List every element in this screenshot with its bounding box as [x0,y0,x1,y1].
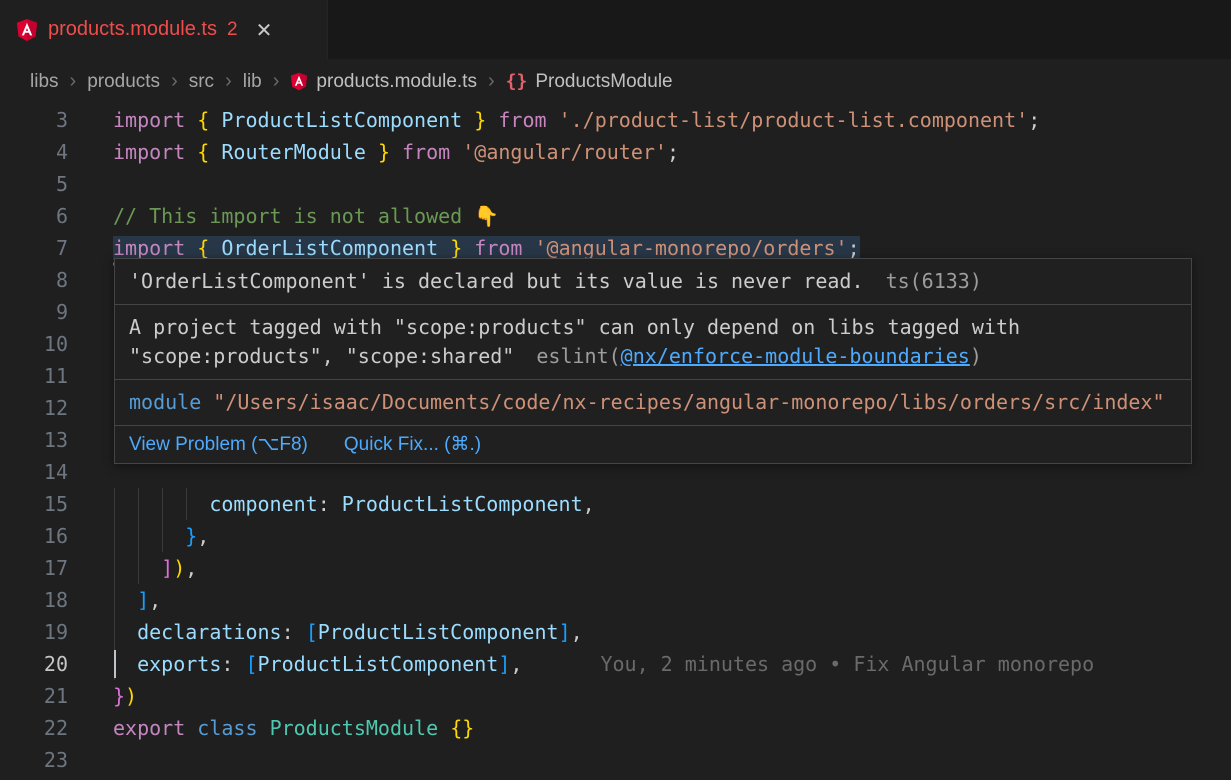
module-keyword: module [129,390,201,414]
tab-title: products.module.ts [48,18,217,41]
line-number[interactable]: 10 [0,328,68,360]
line-content: ]), [113,552,197,584]
line-number[interactable]: 18 [0,584,68,616]
line-content: import { RouterModule } from '@angular/r… [113,136,679,168]
line-content: }) [113,680,137,712]
tab-products-module-ts[interactable]: products.module.ts 2 ✕ [0,0,328,59]
line-content: ], [113,584,161,616]
chevron-right-icon: › [171,70,178,93]
line-content: import { ProductListComponent } from './… [113,104,1040,136]
quick-fix-action[interactable]: Quick Fix... (⌘.) [344,433,481,456]
breadcrumb-item-file[interactable]: products.module.ts [290,71,477,93]
line-content: declarations: [ProductListComponent], [113,616,583,648]
code-line-3[interactable]: 3 import { ProductListComponent } from '.… [0,104,1231,136]
indent-guide [138,488,139,584]
line-number[interactable]: 16 [0,520,68,552]
hover-eslint-message: A project tagged with "scope:products" c… [115,305,1191,380]
chevron-right-icon: › [273,70,280,93]
line-content: // This import is not allowed 👇 [113,200,499,232]
code-line-19[interactable]: 19 declarations: [ProductListComponent], [0,616,1231,648]
hover-module-declaration: module "/Users/isaac/Documents/code/nx-r… [115,380,1191,426]
code-line-17[interactable]: 17 ]), [0,552,1231,584]
breadcrumb-item-products[interactable]: products [87,71,160,93]
breadcrumb-symbol-label: ProductsModule [535,71,672,93]
text-cursor [114,650,116,678]
breadcrumb-item-libs[interactable]: libs [30,71,59,93]
line-number[interactable]: 11 [0,360,68,392]
ts-message-text: 'OrderListComponent' is declared but its… [129,269,864,293]
line-number[interactable]: 20 [0,648,68,680]
line-number[interactable]: 8 [0,264,68,296]
line-number[interactable]: 23 [0,744,68,776]
line-number[interactable]: 14 [0,456,68,488]
breadcrumb: libs › products › src › lib › products.m… [0,59,1231,104]
error-highlighted-statement: import { OrderListComponent } from '@ang… [113,236,860,260]
line-number[interactable]: 19 [0,616,68,648]
code-line-22[interactable]: 22 export class ProductsModule {} [0,712,1231,744]
view-problem-action[interactable]: View Problem (⌥F8) [129,433,308,456]
breadcrumb-item-symbol[interactable]: {} ProductsModule [506,71,673,93]
breadcrumb-item-src[interactable]: src [189,71,214,93]
code-line-4[interactable]: 4 import { RouterModule } from '@angular/… [0,136,1231,168]
code-line-5[interactable]: 5 [0,168,1231,200]
line-content: exports: [ProductListComponent],You, 2 m… [113,648,1094,680]
eslint-source-open: eslint( [536,344,620,368]
line-number[interactable]: 13 [0,424,68,456]
problem-hover-popup: 'OrderListComponent' is declared but its… [114,258,1192,464]
hover-actions-bar: View Problem (⌥F8) Quick Fix... (⌘.) [115,426,1191,463]
module-path: "/Users/isaac/Documents/code/nx-recipes/… [213,390,1164,414]
line-number[interactable]: 12 [0,392,68,424]
line-number[interactable]: 22 [0,712,68,744]
line-number[interactable]: 3 [0,104,68,136]
line-number[interactable]: 21 [0,680,68,712]
line-number[interactable]: 15 [0,488,68,520]
line-number[interactable]: 9 [0,296,68,328]
chevron-right-icon: › [225,70,232,93]
line-number[interactable]: 5 [0,168,68,200]
eslint-source-close: ) [970,344,982,368]
ts-error-code: ts(6133) [886,269,982,293]
indent-guide [186,488,187,520]
close-tab-icon[interactable]: ✕ [256,18,273,42]
breadcrumb-item-lib[interactable]: lib [243,71,262,93]
line-number[interactable]: 4 [0,136,68,168]
tab-problems-badge: 2 [227,19,238,41]
angular-logo-icon [16,18,38,42]
code-line-6[interactable]: 6 // This import is not allowed 👇 [0,200,1231,232]
code-line-20[interactable]: 20 exports: [ProductListComponent],You, … [0,648,1231,680]
eslint-rule-link[interactable]: @nx/enforce-module-boundaries [621,344,970,368]
line-number[interactable]: 7 [0,232,68,264]
breadcrumb-file-label: products.module.ts [316,71,477,93]
hover-ts-message: 'OrderListComponent' is declared but its… [115,259,1191,305]
vscode-window: products.module.ts 2 ✕ libs › products ›… [0,0,1231,780]
code-editor[interactable]: 3 import { ProductListComponent } from '.… [0,104,1231,780]
code-line-23[interactable]: 23 [0,744,1231,776]
editor-tab-bar: products.module.ts 2 ✕ [0,0,1231,59]
line-number[interactable]: 6 [0,200,68,232]
code-line-18[interactable]: 18 ], [0,584,1231,616]
line-content: export class ProductsModule {} [113,712,474,744]
code-line-16[interactable]: 16 }, [0,520,1231,552]
indent-guide [162,488,163,552]
git-blame-annotation: You, 2 minutes ago • Fix Angular monorep… [600,652,1094,676]
angular-file-icon [290,72,308,91]
code-line-21[interactable]: 21}) [0,680,1231,712]
module-symbol-icon: {} [506,71,528,92]
code-line-15[interactable]: 15 component: ProductListComponent, [0,488,1231,520]
chevron-right-icon: › [70,70,77,93]
line-number[interactable]: 17 [0,552,68,584]
chevron-right-icon: › [488,70,495,93]
